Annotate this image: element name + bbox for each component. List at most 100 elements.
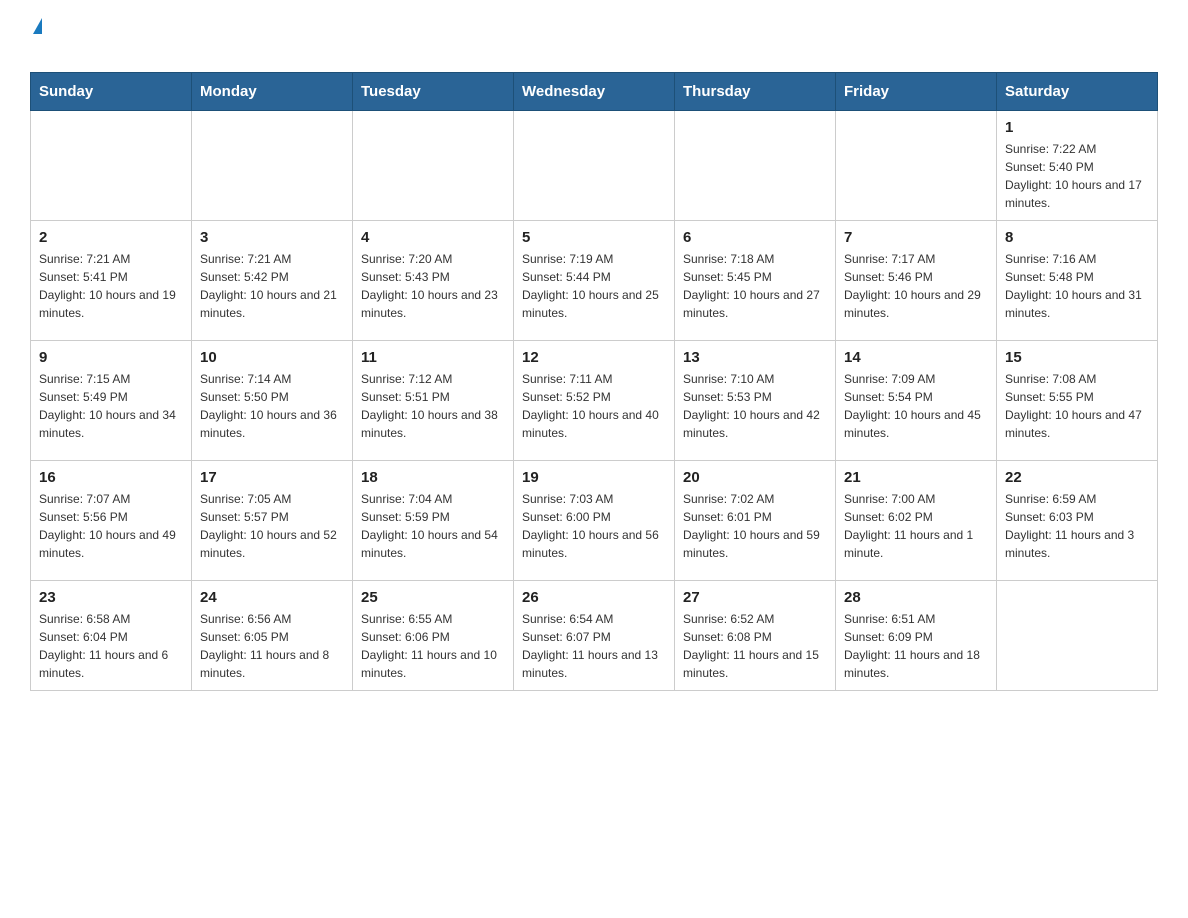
- weekday-header-monday: Monday: [192, 73, 353, 111]
- day-number: 24: [200, 589, 344, 606]
- day-info: Sunrise: 7:22 AMSunset: 5:40 PMDaylight:…: [1005, 140, 1149, 212]
- day-info: Sunrise: 7:11 AMSunset: 5:52 PMDaylight:…: [522, 370, 666, 442]
- day-info: Sunrise: 6:56 AMSunset: 6:05 PMDaylight:…: [200, 610, 344, 682]
- day-info: Sunrise: 7:21 AMSunset: 5:41 PMDaylight:…: [39, 250, 183, 322]
- calendar-cell: 5Sunrise: 7:19 AMSunset: 5:44 PMDaylight…: [514, 221, 675, 341]
- day-number: 22: [1005, 469, 1149, 486]
- day-number: 17: [200, 469, 344, 486]
- calendar-cell: 2 Sunrise: 7:21 AMSunset: 5:41 PMDaylight…: [31, 221, 192, 341]
- day-info: Sunrise: 7:19 AMSunset: 5:44 PMDaylight:…: [522, 250, 666, 322]
- calendar-cell: 10 Sunrise: 7:14 AMSunset: 5:50 PMDayligh…: [192, 341, 353, 461]
- logo-triangle-icon: [33, 18, 42, 34]
- calendar-cell: 19 Sunrise: 7:03 AMSunset: 6:00 PMDayligh…: [514, 461, 675, 581]
- calendar-week-row: 16 Sunrise: 7:07 AMSunset: 5:56 PMDayligh…: [31, 461, 1158, 581]
- calendar-body: 1 Sunrise: 7:22 AMSunset: 5:40 PMDaylight…: [31, 111, 1158, 691]
- weekday-header-saturday: Saturday: [997, 73, 1158, 111]
- day-number: 15: [1005, 349, 1149, 366]
- calendar-header: SundayMondayTuesdayWednesdayThursdayFrid…: [31, 73, 1158, 111]
- day-info: Sunrise: 7:05 AMSunset: 5:57 PMDaylight:…: [200, 490, 344, 562]
- day-info: Sunrise: 7:09 AMSunset: 5:54 PMDaylight:…: [844, 370, 988, 442]
- day-info: Sunrise: 6:52 AMSunset: 6:08 PMDaylight:…: [683, 610, 827, 682]
- day-info: Sunrise: 6:59 AMSunset: 6:03 PMDaylight:…: [1005, 490, 1149, 562]
- calendar-cell: [353, 111, 514, 221]
- calendar-cell: [836, 111, 997, 221]
- calendar-cell: 23Sunrise: 6:58 AMSunset: 6:04 PMDayligh…: [31, 581, 192, 691]
- calendar-week-row: 23Sunrise: 6:58 AMSunset: 6:04 PMDayligh…: [31, 581, 1158, 691]
- weekday-header-tuesday: Tuesday: [353, 73, 514, 111]
- calendar-cell: [514, 111, 675, 221]
- day-info: Sunrise: 7:20 AMSunset: 5:43 PMDaylight:…: [361, 250, 505, 322]
- day-number: 27: [683, 589, 827, 606]
- calendar-cell: [675, 111, 836, 221]
- calendar-cell: 3Sunrise: 7:21 AMSunset: 5:42 PMDaylight…: [192, 221, 353, 341]
- day-number: 4: [361, 229, 505, 246]
- day-number: 10: [200, 349, 344, 366]
- calendar-cell: 1 Sunrise: 7:22 AMSunset: 5:40 PMDaylight…: [997, 111, 1158, 221]
- day-number: 9: [39, 349, 183, 366]
- day-number: 28: [844, 589, 988, 606]
- day-number: 18: [361, 469, 505, 486]
- day-number: 6: [683, 229, 827, 246]
- day-info: Sunrise: 7:18 AMSunset: 5:45 PMDaylight:…: [683, 250, 827, 322]
- day-number: 1: [1005, 119, 1149, 136]
- day-number: 12: [522, 349, 666, 366]
- calendar-cell: 8Sunrise: 7:16 AMSunset: 5:48 PMDaylight…: [997, 221, 1158, 341]
- calendar-cell: 7Sunrise: 7:17 AMSunset: 5:46 PMDaylight…: [836, 221, 997, 341]
- day-info: Sunrise: 7:15 AMSunset: 5:49 PMDaylight:…: [39, 370, 183, 442]
- day-info: Sunrise: 7:21 AMSunset: 5:42 PMDaylight:…: [200, 250, 344, 322]
- calendar-cell: 28 Sunrise: 6:51 AMSunset: 6:09 PMDayligh…: [836, 581, 997, 691]
- calendar-cell: [31, 111, 192, 221]
- calendar-cell: 11 Sunrise: 7:12 AMSunset: 5:51 PMDayligh…: [353, 341, 514, 461]
- day-info: Sunrise: 7:14 AMSunset: 5:50 PMDaylight:…: [200, 370, 344, 442]
- calendar-cell: 12 Sunrise: 7:11 AMSunset: 5:52 PMDayligh…: [514, 341, 675, 461]
- calendar-cell: 20Sunrise: 7:02 AMSunset: 6:01 PMDayligh…: [675, 461, 836, 581]
- day-number: 21: [844, 469, 988, 486]
- day-number: 25: [361, 589, 505, 606]
- day-number: 14: [844, 349, 988, 366]
- day-number: 8: [1005, 229, 1149, 246]
- weekday-header-row: SundayMondayTuesdayWednesdayThursdayFrid…: [31, 73, 1158, 111]
- calendar-week-row: 1 Sunrise: 7:22 AMSunset: 5:40 PMDaylight…: [31, 111, 1158, 221]
- weekday-header-sunday: Sunday: [31, 73, 192, 111]
- calendar-cell: 25 Sunrise: 6:55 AMSunset: 6:06 PMDayligh…: [353, 581, 514, 691]
- page-header: [30, 20, 1158, 62]
- day-info: Sunrise: 7:12 AMSunset: 5:51 PMDaylight:…: [361, 370, 505, 442]
- day-info: Sunrise: 6:55 AMSunset: 6:06 PMDaylight:…: [361, 610, 505, 682]
- day-info: Sunrise: 7:08 AMSunset: 5:55 PMDaylight:…: [1005, 370, 1149, 442]
- calendar-cell: 14 Sunrise: 7:09 AMSunset: 5:54 PMDayligh…: [836, 341, 997, 461]
- calendar-table: SundayMondayTuesdayWednesdayThursdayFrid…: [30, 72, 1158, 691]
- logo: [30, 20, 42, 62]
- day-info: Sunrise: 6:51 AMSunset: 6:09 PMDaylight:…: [844, 610, 988, 682]
- day-number: 2: [39, 229, 183, 246]
- day-number: 13: [683, 349, 827, 366]
- day-number: 16: [39, 469, 183, 486]
- calendar-cell: 18Sunrise: 7:04 AMSunset: 5:59 PMDayligh…: [353, 461, 514, 581]
- day-info: Sunrise: 7:03 AMSunset: 6:00 PMDaylight:…: [522, 490, 666, 562]
- weekday-header-thursday: Thursday: [675, 73, 836, 111]
- weekday-header-wednesday: Wednesday: [514, 73, 675, 111]
- calendar-cell: 9 Sunrise: 7:15 AMSunset: 5:49 PMDaylight…: [31, 341, 192, 461]
- calendar-cell: 6 Sunrise: 7:18 AMSunset: 5:45 PMDaylight…: [675, 221, 836, 341]
- calendar-cell: 16 Sunrise: 7:07 AMSunset: 5:56 PMDayligh…: [31, 461, 192, 581]
- day-number: 11: [361, 349, 505, 366]
- calendar-week-row: 2 Sunrise: 7:21 AMSunset: 5:41 PMDaylight…: [31, 221, 1158, 341]
- day-number: 7: [844, 229, 988, 246]
- day-number: 26: [522, 589, 666, 606]
- calendar-cell: 21 Sunrise: 7:00 AMSunset: 6:02 PMDayligh…: [836, 461, 997, 581]
- calendar-cell: 15 Sunrise: 7:08 AMSunset: 5:55 PMDayligh…: [997, 341, 1158, 461]
- calendar-week-row: 9 Sunrise: 7:15 AMSunset: 5:49 PMDaylight…: [31, 341, 1158, 461]
- weekday-header-friday: Friday: [836, 73, 997, 111]
- day-info: Sunrise: 6:54 AMSunset: 6:07 PMDaylight:…: [522, 610, 666, 682]
- calendar-cell: 13 Sunrise: 7:10 AMSunset: 5:53 PMDayligh…: [675, 341, 836, 461]
- day-info: Sunrise: 7:00 AMSunset: 6:02 PMDaylight:…: [844, 490, 988, 562]
- calendar-cell: 24 Sunrise: 6:56 AMSunset: 6:05 PMDayligh…: [192, 581, 353, 691]
- day-info: Sunrise: 7:07 AMSunset: 5:56 PMDaylight:…: [39, 490, 183, 562]
- calendar-cell: [997, 581, 1158, 691]
- calendar-cell: 26 Sunrise: 6:54 AMSunset: 6:07 PMDayligh…: [514, 581, 675, 691]
- day-number: 19: [522, 469, 666, 486]
- calendar-cell: 27 Sunrise: 6:52 AMSunset: 6:08 PMDayligh…: [675, 581, 836, 691]
- calendar-cell: 22 Sunrise: 6:59 AMSunset: 6:03 PMDayligh…: [997, 461, 1158, 581]
- calendar-cell: 17 Sunrise: 7:05 AMSunset: 5:57 PMDayligh…: [192, 461, 353, 581]
- day-info: Sunrise: 7:10 AMSunset: 5:53 PMDaylight:…: [683, 370, 827, 442]
- day-number: 23: [39, 589, 183, 606]
